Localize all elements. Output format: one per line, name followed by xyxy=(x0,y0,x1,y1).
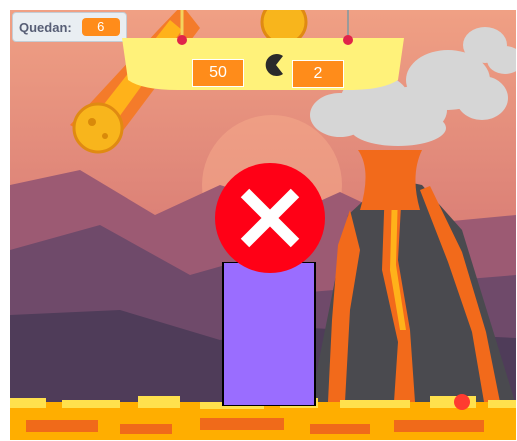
game-stage[interactable]: Quedan: 6 50 2 xyxy=(10,10,516,440)
answer-bar[interactable] xyxy=(222,262,316,406)
comparison-sign xyxy=(122,10,404,90)
eruption xyxy=(358,150,422,210)
variable-monitor: Quedan: 6 xyxy=(12,12,127,42)
variable-label: Quedan: xyxy=(19,19,72,35)
variable-value: 6 xyxy=(81,18,120,36)
wrong-cross-icon xyxy=(215,163,325,273)
right-number: 2 xyxy=(292,60,344,88)
left-number: 50 xyxy=(192,59,244,87)
